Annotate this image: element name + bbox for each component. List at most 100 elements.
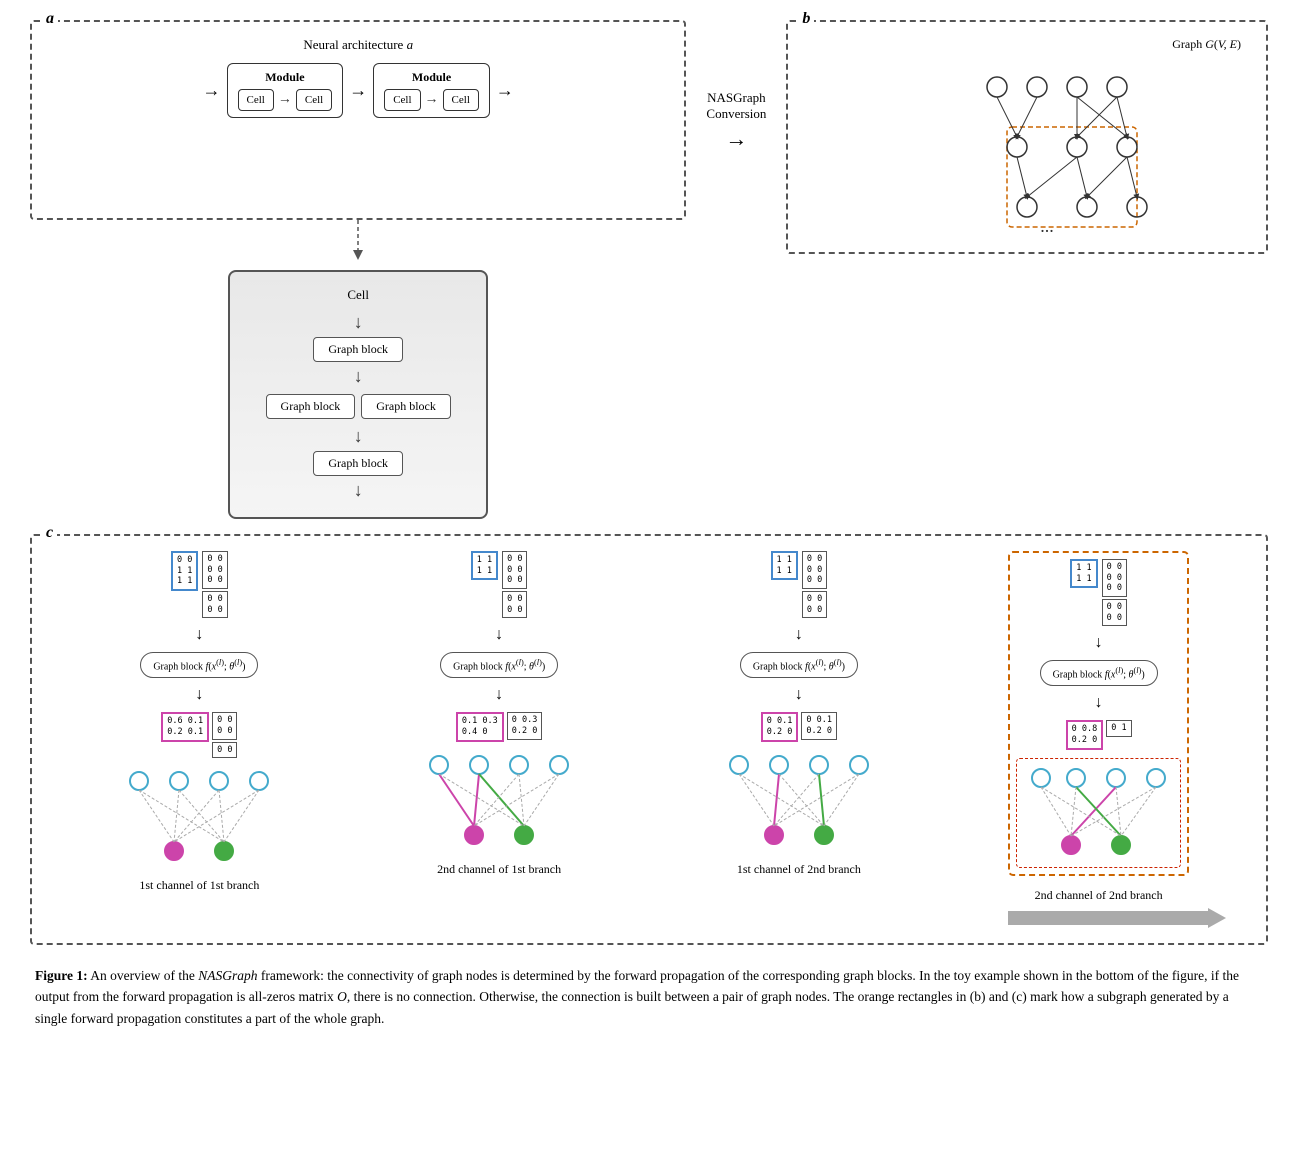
down-arr-2: ↓ (195, 686, 203, 704)
conversion-text: NASGraphConversion (706, 90, 766, 122)
cell-detail-box: Cell ↓ Graph block ↓ Graph block Graph b… (228, 270, 488, 519)
cell-box-2: Cell (296, 89, 332, 111)
panel-c-inner: 0 01 11 1 0 00 00 0 0 00 0 ↓ Graph block… (52, 551, 1246, 903)
input-matrix-blue-3: 1 11 1 (771, 551, 798, 580)
bottom-arrow-row (52, 908, 1246, 928)
channel-label-3: 1st channel of 2nd branch (737, 862, 861, 877)
graph-block-fn-1: Graph block f(x(l); θ(l)) (140, 652, 258, 678)
down-arr-1: ↓ (195, 626, 203, 644)
output-matrices-1: 0.6 0.10.2 0.1 0 00 0 0 0 (161, 712, 237, 758)
graph-nodes-svg-2 (419, 750, 579, 850)
panel-c-label: c (42, 524, 57, 542)
channel-col-3: 1 11 1 0 00 00 0 0 00 0 ↓ Graph block f(… (652, 551, 947, 877)
highlighted-box: 1 11 1 0 00 00 0 0 00 0 ↓ Graph block f(… (1008, 551, 1189, 876)
caption-label: Figure 1: (35, 968, 88, 983)
input-matrix-b4: 0 00 0 (1102, 599, 1127, 626)
conversion-label: NASGraphConversion → (696, 20, 776, 152)
input-matrices-4: 1 11 1 0 00 00 0 0 00 0 (1070, 559, 1127, 626)
output-matrix-a4: 0 1 (1106, 720, 1131, 737)
output-matrices-4: 0 0.80.2 0 0 1 (1066, 720, 1132, 749)
channel-col-2: 1 11 1 0 00 00 0 0 00 0 ↓ Graph block f(… (352, 551, 647, 877)
down-arr-6: ↓ (795, 686, 803, 704)
down-arrow-4: ↓ (354, 480, 363, 501)
module-box-2: Module Cell → Cell (373, 63, 490, 118)
input-matrix-blue-2: 1 11 1 (471, 551, 498, 580)
down-arr-3: ↓ (495, 626, 503, 644)
figure-caption: Figure 1: An overview of the NASGraph fr… (30, 965, 1268, 1030)
panel-a-label: a (42, 10, 58, 28)
panel-a: a Neural architecture a → Module Cell → (30, 20, 686, 220)
input-matrices-3: 1 11 1 0 00 00 0 0 00 0 (771, 551, 828, 618)
down-arrow-3: ↓ (354, 426, 363, 447)
panel-b: b Graph G(V, E) (786, 20, 1268, 254)
neural-arch: → Module Cell → Cell → (52, 63, 664, 118)
graph-block-fn-4: Graph block f(x(l); θ(l)) (1040, 660, 1158, 686)
graph-nodes-svg-4 (1021, 763, 1176, 858)
output-matrix-a1: 0 00 0 (212, 712, 237, 739)
input-matrix-a3: 0 00 00 0 (802, 551, 827, 589)
graph-nodes-svg-1 (119, 766, 279, 866)
output-matrix-pink-4: 0 0.80.2 0 (1066, 720, 1104, 749)
graph-block-top: Graph block (313, 337, 403, 362)
output-matrices-2: 0.1 0.30.4 0 0 0.30.2 0 (456, 712, 542, 741)
graph-block-mid-right: Graph block (361, 394, 451, 419)
channel-col-4: 1 11 1 0 00 00 0 0 00 0 ↓ Graph block f(… (951, 551, 1246, 903)
cell-box-3: Cell (384, 89, 420, 111)
connector-svg-a (258, 220, 458, 260)
input-matrix-b2: 0 00 0 (502, 591, 527, 618)
cell-detail-label: Cell (347, 287, 369, 303)
cell-box-1: Cell (238, 89, 274, 111)
output-matrix-pink-3: 0 0.10.2 0 (761, 712, 799, 741)
module-label-2: Module (412, 70, 451, 85)
graph-gve-svg: ... (877, 57, 1177, 237)
cells-row-1: Cell → Cell (238, 89, 333, 111)
graph-block-mid-left: Graph block (266, 394, 356, 419)
panel-c: c 0 01 11 1 0 00 00 0 0 00 0 ↓ Graph (30, 534, 1268, 945)
panel-b-label: b (798, 10, 814, 28)
output-matrix-a2: 0 0.30.2 0 (507, 712, 543, 739)
output-matrix-b1: 0 0 (212, 742, 237, 759)
down-arr-8: ↓ (1095, 694, 1103, 712)
input-matrices-1: 0 01 11 1 0 00 00 0 0 00 0 (171, 551, 228, 618)
down-arr-4: ↓ (495, 686, 503, 704)
graph-nodes-highlight (1016, 758, 1181, 868)
output-matrices-3: 0 0.10.2 0 0 0.10.2 0 (761, 712, 837, 741)
input-matrix-b3: 0 00 0 (802, 591, 827, 618)
graph-blocks-middle: Graph block Graph block (266, 391, 451, 422)
input-matrix-a2: 0 00 00 0 (502, 551, 527, 589)
progress-arrow (1008, 908, 1226, 928)
graph-block-fn-3: Graph block f(x(l); θ(l)) (740, 652, 858, 678)
output-matrix-a3: 0 0.10.2 0 (801, 712, 837, 739)
output-matrix-pink-1: 0.6 0.10.2 0.1 (161, 712, 209, 741)
graph-block-bottom: Graph block (313, 451, 403, 476)
cells-row-2: Cell → Cell (384, 89, 479, 111)
panel-a-title: Neural architecture a (52, 37, 664, 53)
channel-label-4: 2nd channel of 2nd branch (1035, 888, 1163, 903)
caption-o: O (337, 989, 347, 1004)
down-arr-5: ↓ (795, 626, 803, 644)
caption-italic-nasgraph: NASGraph (198, 968, 257, 983)
down-arr-7: ↓ (1095, 634, 1103, 652)
input-matrix-blue-4: 1 11 1 (1070, 559, 1097, 588)
arrow-head (1208, 908, 1226, 928)
graph-nodes-svg-3 (719, 750, 879, 850)
graph-block-fn-2: Graph block f(x(l); θ(l)) (440, 652, 558, 678)
channel-label-2: 2nd channel of 1st branch (437, 862, 561, 877)
figure-container: a Neural architecture a → Module Cell → (30, 20, 1268, 1029)
input-matrix-a1: 0 00 00 0 (202, 551, 227, 589)
graph-gve-label: Graph G(V, E) (808, 37, 1246, 52)
module-label-1: Module (265, 70, 304, 85)
svg-text:...: ... (1040, 216, 1054, 236)
input-matrix-blue-1: 0 01 11 1 (171, 551, 198, 591)
output-matrix-pink-2: 0.1 0.30.4 0 (456, 712, 504, 741)
cell-box-4: Cell (443, 89, 479, 111)
channel-label-1: 1st channel of 1st branch (139, 878, 259, 893)
module-box-1: Module Cell → Cell (227, 63, 344, 118)
arrow-body (1008, 911, 1208, 925)
down-arrow-2: ↓ (354, 366, 363, 387)
channel-col-1: 0 01 11 1 0 00 00 0 0 00 0 ↓ Graph block… (52, 551, 347, 893)
input-matrix-a4: 0 00 00 0 (1102, 559, 1127, 597)
input-matrix-b1: 0 00 0 (202, 591, 227, 618)
down-arrow-1: ↓ (354, 312, 363, 333)
input-matrices-2: 1 11 1 0 00 00 0 0 00 0 (471, 551, 528, 618)
